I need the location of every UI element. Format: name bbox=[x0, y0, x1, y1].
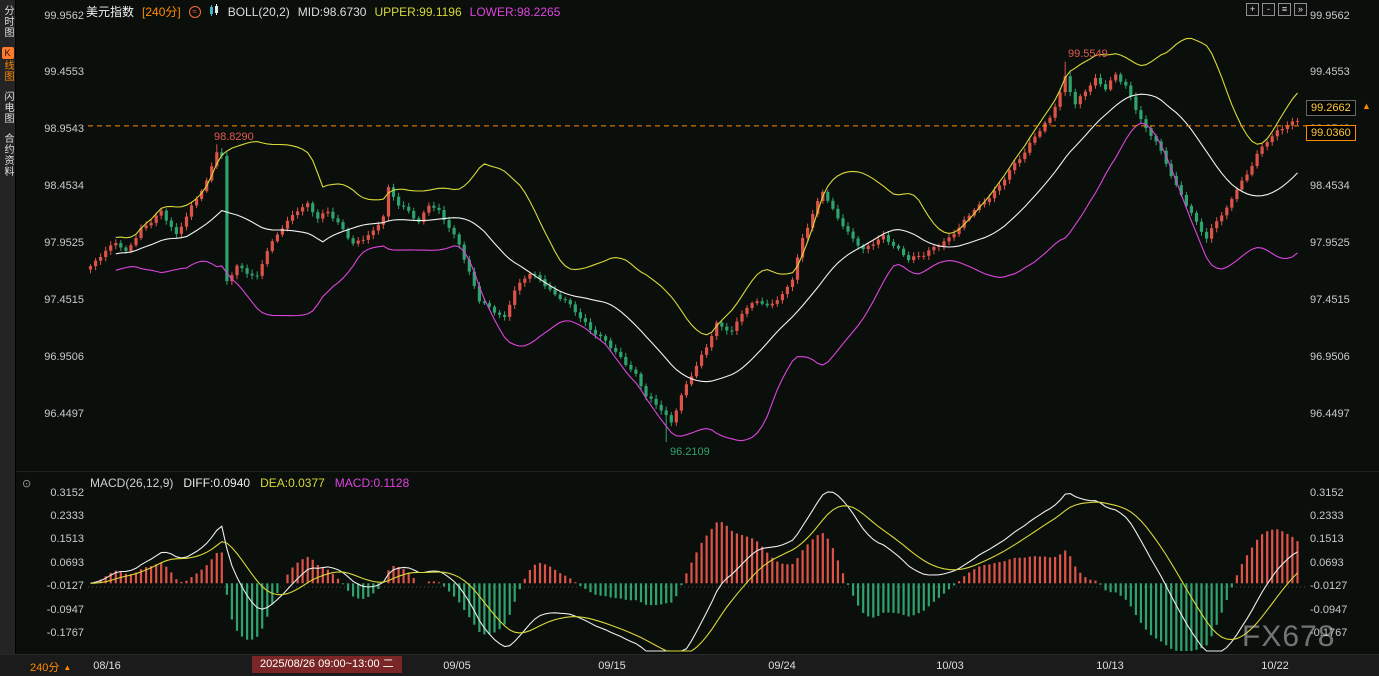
go-latest-button[interactable]: » bbox=[1294, 3, 1307, 16]
zoom-in-button[interactable]: + bbox=[1246, 3, 1259, 16]
boll-upper-value: UPPER:99.1196 bbox=[374, 5, 461, 19]
timeframe-label: 240分 bbox=[30, 659, 59, 675]
bollinger-bands bbox=[116, 38, 1298, 440]
candlesticks bbox=[89, 62, 1299, 442]
boll-label: BOLL(20,2) bbox=[228, 5, 290, 19]
price-badge-upper: 99.2662 bbox=[1306, 100, 1356, 116]
watermark: FX678 bbox=[1242, 620, 1335, 654]
left-tab-bar: 分时图 K 线图 闪电图 合约资料 bbox=[0, 0, 16, 654]
symbol-name: 美元指数 bbox=[86, 3, 134, 20]
macd-macd-value: MACD:0.1128 bbox=[335, 476, 409, 490]
timeframe-indicator: 240分 ▲ bbox=[30, 659, 71, 675]
marked-low-label: 96.2109 bbox=[670, 446, 710, 458]
chart-toolbar: + - ≡ » bbox=[1246, 3, 1307, 16]
boll-lower-value: LOWER:98.2265 bbox=[470, 5, 561, 19]
indicator-list-button[interactable]: ≡ bbox=[1278, 3, 1291, 16]
period-label: [240分] bbox=[142, 3, 181, 20]
macd-lines bbox=[91, 492, 1298, 651]
zoom-out-button[interactable]: - bbox=[1262, 3, 1275, 16]
up-triangle-icon: ▲ bbox=[63, 663, 71, 672]
time-axis-bar bbox=[0, 654, 1379, 676]
tab-badge: K bbox=[2, 47, 14, 59]
macd-dea-value: DEA:0.0377 bbox=[260, 476, 325, 490]
marked-high-label-2: 99.5549 bbox=[1068, 48, 1108, 60]
boll-mid-value: MID:98.6730 bbox=[298, 5, 367, 19]
marked-high-label-1: 98.8290 bbox=[214, 131, 254, 143]
macd-title: MACD(26,12,9) bbox=[90, 476, 173, 490]
price-badge-last-value: 99.0360 bbox=[1311, 127, 1351, 139]
chart-canvas[interactable] bbox=[0, 0, 1379, 676]
price-badge-last: 99.0360 bbox=[1306, 125, 1356, 141]
symbol-settings-icon[interactable]: ≈ bbox=[189, 6, 201, 18]
indicator-settings-icon[interactable]: ⊙ bbox=[22, 477, 31, 490]
chart-header: 美元指数 [240分] ≈ BOLL(20,2) MID:98.6730 UPP… bbox=[86, 3, 560, 20]
tab-label: 线图 bbox=[1, 60, 14, 82]
tab-kline-chart[interactable]: K 线图 bbox=[1, 47, 14, 82]
macd-header: MACD(26,12,9) DIFF:0.0940 DEA:0.0377 MAC… bbox=[90, 476, 409, 490]
tab-contract-info[interactable]: 合约资料 bbox=[1, 133, 14, 177]
price-badge-upper-value: 99.2662 bbox=[1311, 102, 1351, 114]
hovered-candle-time: 2025/08/26 09:00~13:00 二 bbox=[252, 656, 402, 673]
price-up-arrow-icon: ▲ bbox=[1362, 101, 1371, 111]
tab-label: 闪电图 bbox=[1, 91, 14, 124]
kline-icon bbox=[209, 4, 220, 19]
macd-diff-value: DIFF:0.0940 bbox=[183, 476, 250, 490]
tab-time-chart[interactable]: 分时图 bbox=[1, 5, 14, 38]
tab-lightning-chart[interactable]: 闪电图 bbox=[1, 91, 14, 124]
app-window: 99.956299.956299.455399.455398.954398.95… bbox=[0, 0, 1379, 676]
tab-label: 合约资料 bbox=[1, 133, 14, 177]
tab-label: 分时图 bbox=[1, 5, 14, 38]
